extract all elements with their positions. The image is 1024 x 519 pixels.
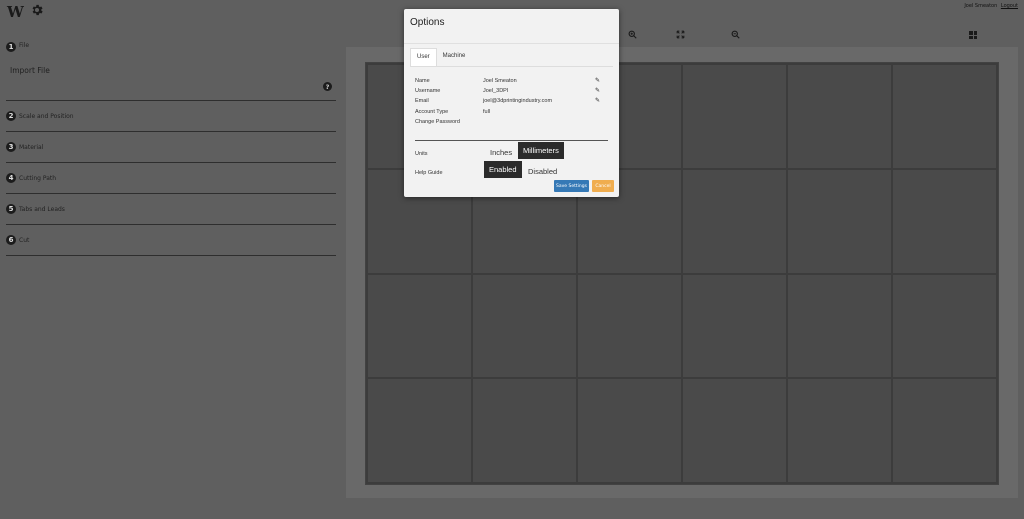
options-modal: Options User Machine Name Joel Smeaton ✎… [404, 9, 619, 197]
step-number: 1 [6, 42, 16, 52]
step-label: Scale and Position [19, 112, 74, 120]
units-label: Units [415, 151, 428, 157]
tab-user[interactable]: User [410, 48, 437, 67]
step-label: Material [19, 143, 44, 151]
field-label: Email [415, 98, 429, 105]
pencil-icon[interactable]: ✎ [595, 97, 600, 104]
workflow-panel: 1 File Import File ? 2 Scale and Positio… [6, 37, 336, 256]
step-label: Cut [19, 236, 30, 244]
step-number: 3 [6, 142, 16, 152]
fit-screen-icon[interactable] [676, 30, 685, 39]
step-label: Tabs and Leads [19, 205, 65, 213]
zoom-in-icon[interactable] [628, 30, 637, 39]
field-value: Joel Smeaton [483, 78, 517, 84]
field-value: joel@3dprintingindustry.com [483, 98, 553, 105]
step-number: 6 [6, 235, 16, 245]
step-scale-and-position[interactable]: 2 Scale and Position [6, 101, 336, 132]
step-number: 2 [6, 111, 16, 121]
step-tabs-and-leads[interactable]: 5 Tabs and Leads [6, 194, 336, 225]
import-file-section: Import File ? [6, 63, 336, 101]
units-inches-option[interactable]: Inches [485, 144, 517, 161]
tab-machine[interactable]: Machine [437, 48, 472, 67]
step-label: Cutting Path [19, 174, 57, 182]
units-millimeters-option[interactable]: Millimeters [518, 142, 564, 159]
step-material[interactable]: 3 Material [6, 132, 336, 163]
import-file-label[interactable]: Import File [10, 66, 50, 75]
help-guide-enabled-option[interactable]: Enabled [484, 161, 522, 178]
cancel-button[interactable]: Cancel [592, 180, 614, 192]
help-guide-disabled-option[interactable]: Disabled [523, 163, 562, 180]
step-file[interactable]: 1 File [6, 37, 336, 63]
pencil-icon[interactable]: ✎ [595, 77, 600, 84]
field-account-type: Account Type full [415, 109, 605, 119]
user-area: Joel Smeaton Logout [964, 3, 1018, 9]
gear-icon[interactable] [30, 3, 44, 17]
modal-title: Options [410, 17, 445, 28]
logout-link[interactable]: Logout [1001, 3, 1018, 9]
field-value: Joel_3DPI [483, 88, 509, 95]
grid-icon[interactable] [969, 31, 977, 39]
step-cutting-path[interactable]: 4 Cutting Path [6, 163, 336, 194]
step-number: 5 [6, 204, 16, 214]
divider [410, 66, 613, 67]
field-label: Username [415, 88, 441, 95]
field-value: full [483, 108, 491, 115]
divider [404, 43, 619, 44]
field-change-password[interactable]: Change Password [415, 119, 605, 129]
divider [415, 140, 608, 141]
change-password-link[interactable]: Change Password [415, 119, 460, 125]
step-number: 4 [6, 173, 16, 183]
zoom-out-icon[interactable] [731, 30, 740, 39]
help-icon[interactable]: ? [323, 82, 332, 91]
user-name: Joel Smeaton [964, 3, 998, 9]
step-label: File [19, 42, 30, 49]
field-name: Name Joel Smeaton ✎ [415, 78, 605, 88]
help-guide-label: Help Guide [415, 170, 443, 176]
field-label: Name [415, 78, 430, 84]
modal-tabs: User Machine [410, 48, 471, 67]
logo-w-icon[interactable]: W [7, 3, 24, 21]
field-label: Account Type [415, 108, 449, 115]
field-username: Username Joel_3DPI ✎ [415, 88, 605, 98]
pencil-icon[interactable]: ✎ [595, 87, 600, 94]
user-fields: Name Joel Smeaton ✎ Username Joel_3DPI ✎… [415, 78, 605, 129]
step-cut[interactable]: 6 Cut [6, 225, 336, 256]
save-settings-button[interactable]: Save Settings [554, 180, 589, 192]
field-email: Email joel@3dprintingindustry.com ✎ [415, 98, 605, 108]
